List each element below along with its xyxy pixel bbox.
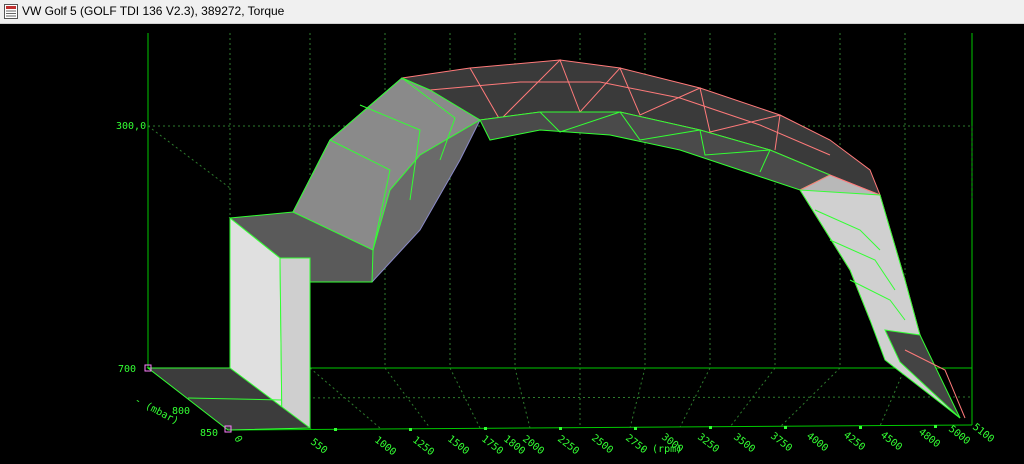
rpm-axis-label: - (rpm) [640, 444, 682, 455]
z-axis-label-low: 700 [118, 364, 136, 375]
window-title: VW Golf 5 (GOLF TDI 136 V2.3), 389272, T… [22, 4, 285, 18]
pressure-tick-850: 850 [200, 428, 218, 439]
pressure-tick-800: 800 [172, 406, 190, 417]
plot-canvas: 300,0 700 - (mbar) 800 850 0 550 1000 12… [0, 24, 1024, 460]
z-axis-label-high: 300,0 [116, 121, 146, 132]
title-bar: VW Golf 5 (GOLF TDI 136 V2.3), 389272, T… [0, 0, 1024, 24]
torque-3d-plot[interactable]: 300,0 700 - (mbar) 800 850 0 550 1000 12… [0, 24, 1024, 460]
map-window-icon [4, 4, 18, 19]
